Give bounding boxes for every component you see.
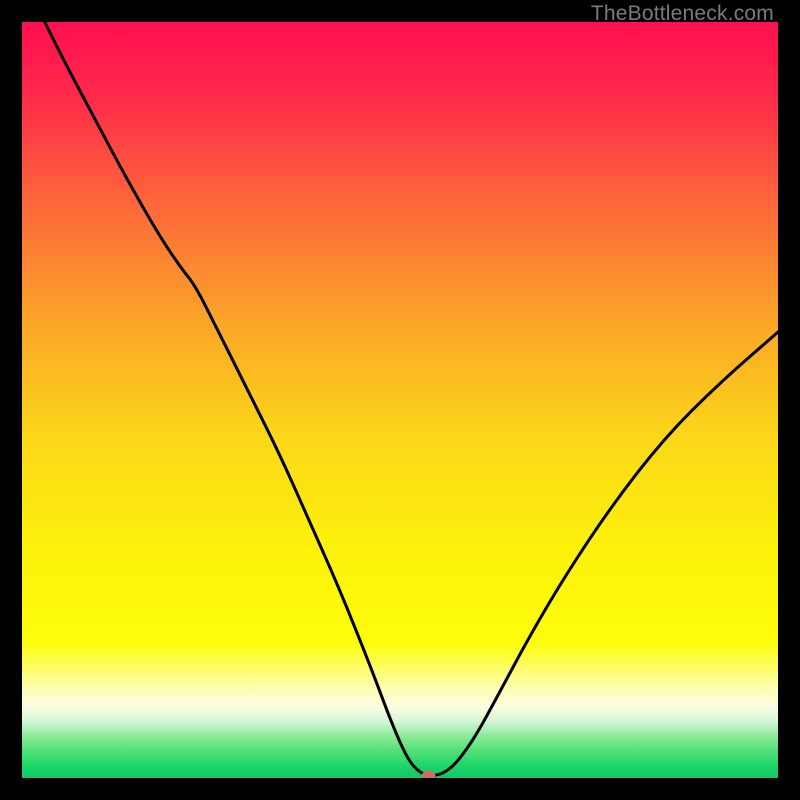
chart-background (22, 22, 778, 778)
chart-frame (22, 22, 778, 778)
bottleneck-chart (22, 22, 778, 778)
